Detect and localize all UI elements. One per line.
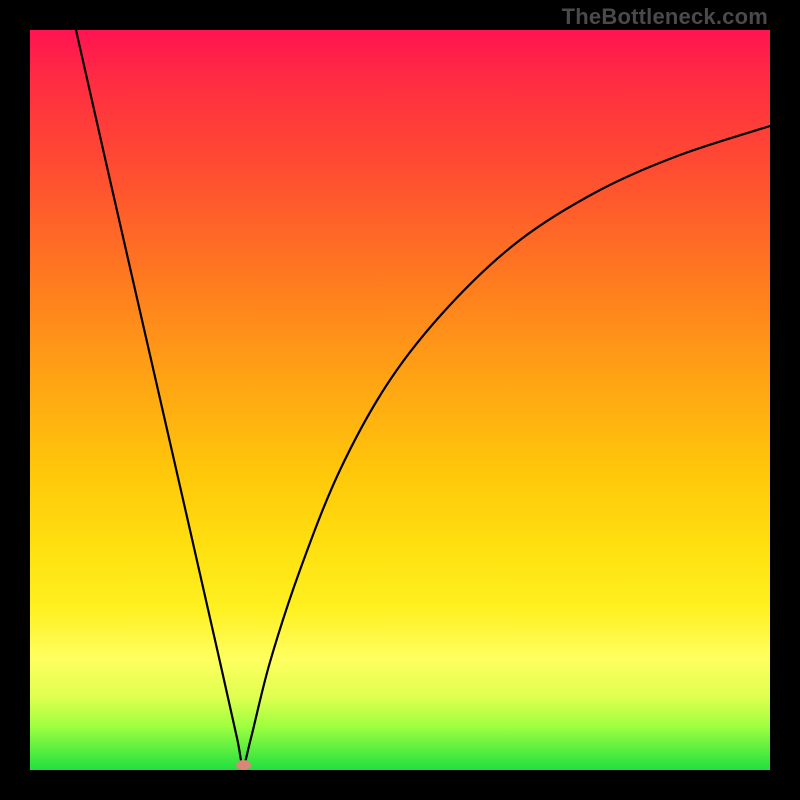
watermark-text: TheBottleneck.com — [562, 4, 768, 30]
plot-area — [30, 30, 770, 770]
chart-container: TheBottleneck.com — [0, 0, 800, 800]
line-curve — [30, 30, 770, 770]
vertex-marker — [236, 760, 251, 770]
